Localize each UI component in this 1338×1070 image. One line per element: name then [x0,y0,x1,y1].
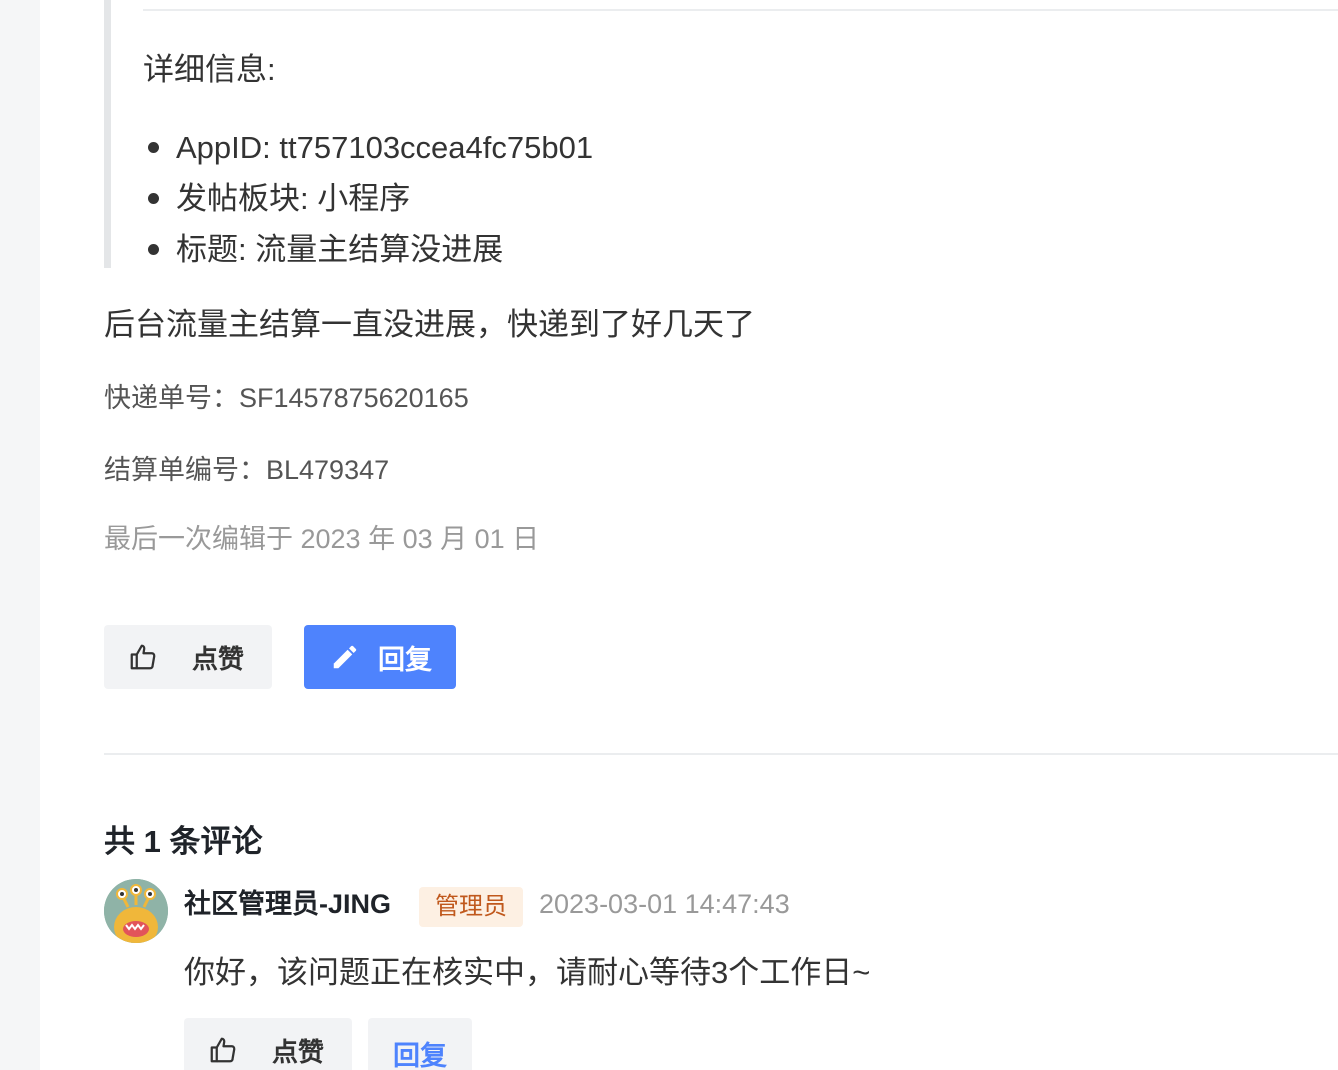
like-label: 点赞 [272,1036,325,1067]
detail-item-title: 标题: 流量主结算没进展 [143,224,593,275]
detail-item-label: AppID: tt757103ccea4fc75b01 [176,130,594,165]
reply-button[interactable]: 回复 [304,625,456,689]
role-badge: 管理员 [419,887,523,927]
comment-author[interactable]: 社区管理员-JING [184,885,391,923]
bullet-icon [148,142,159,153]
comment-timestamp: 2023-03-01 14:47:43 [539,889,790,919]
comment-count: 共 1 条评论 [104,824,263,859]
post-body-text: 后台流量主结算一直没进展，快递到了好几天了 [104,307,755,342]
thumbs-up-icon [130,644,156,670]
express-number: 快递单号：SF1457875620165 [104,383,469,413]
post-detail-page: 详细信息: AppID: tt757103ccea4fc75b01 发帖板块: … [0,0,1338,1070]
avatar[interactable] [104,879,168,943]
like-label: 点赞 [192,643,245,674]
last-edited-text: 最后一次编辑于 2023 年 03 月 01 日 [104,524,540,554]
comment-reply-button[interactable]: 回复 [368,1018,472,1070]
comment-like-button[interactable]: 点赞 [184,1018,352,1070]
reply-label: 回复 [378,644,432,675]
detail-item-board: 发帖板块: 小程序 [143,173,593,224]
bullet-icon [148,244,159,255]
pencil-icon [333,645,357,669]
monster-avatar-icon [104,879,168,943]
detail-item-appid: AppID: tt757103ccea4fc75b01 [143,122,593,173]
like-button[interactable]: 点赞 [104,625,272,689]
reply-label: 回复 [393,1040,447,1070]
detail-item-label: 标题: 流量主结算没进展 [176,232,504,267]
bullet-icon [148,193,159,204]
detail-list: AppID: tt757103ccea4fc75b01 发帖板块: 小程序 标题… [143,122,593,275]
divider [143,9,1338,11]
detail-heading: 详细信息: [143,52,276,87]
divider [104,753,1338,755]
quote-bar [104,0,111,268]
detail-item-label: 发帖板块: 小程序 [176,181,411,216]
comment-body: 你好，该问题正在核实中，请耐心等待3个工作日~ [184,955,871,990]
thumbs-up-icon [210,1037,236,1063]
left-gutter [0,0,40,1070]
settlement-number: 结算单编号：BL479347 [104,455,390,485]
